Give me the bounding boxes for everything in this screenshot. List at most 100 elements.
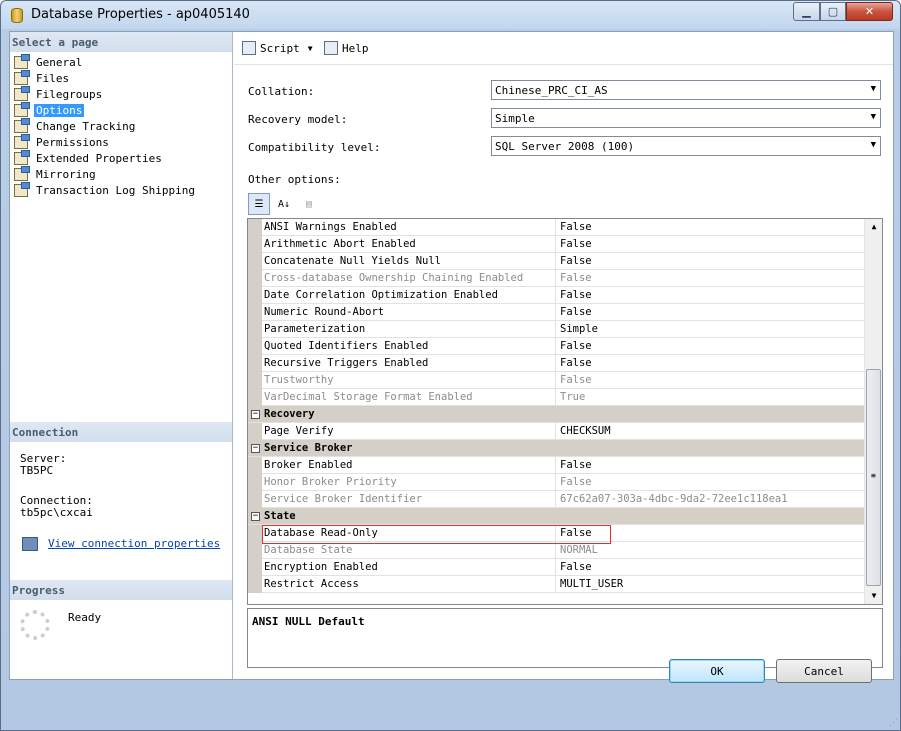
property-value[interactable]: False xyxy=(558,457,864,474)
page-selector-pane: Select a page General Files Filegroups Opti… xyxy=(10,32,233,679)
property-name: Broker Enabled xyxy=(262,457,556,474)
property-name: Database State xyxy=(262,542,556,559)
script-dropdown-icon[interactable]: ▼ xyxy=(308,44,313,53)
property-name: Concatenate Null Yields Null xyxy=(262,253,556,270)
property-row[interactable]: Cross-database Ownership Chaining Enable… xyxy=(248,270,864,287)
page-item-mirroring[interactable]: Mirroring xyxy=(14,165,98,182)
script-button[interactable]: Script ▼ xyxy=(242,41,313,55)
property-row[interactable]: Numeric Round-Abort False xyxy=(248,304,864,321)
close-button[interactable]: ✕ xyxy=(846,2,893,21)
property-row[interactable]: Trustworthy False xyxy=(248,372,864,389)
property-value[interactable]: 67c62a07-303a-4dbc-9da2-72ee1c118ea1 xyxy=(558,491,864,508)
row-margin xyxy=(248,576,262,593)
property-pages-icon: ▤ xyxy=(305,198,313,210)
page-icon xyxy=(14,165,30,181)
property-value[interactable]: CHECKSUM xyxy=(558,423,864,440)
property-row[interactable]: Quoted Identifiers Enabled False xyxy=(248,338,864,355)
property-row[interactable]: Concatenate Null Yields Null False xyxy=(248,253,864,270)
maximize-icon: ▢ xyxy=(827,5,839,18)
property-grid[interactable]: ANSI Warnings Enabled False Arithmetic Abo… xyxy=(247,218,883,605)
scroll-down-icon[interactable]: ▼ xyxy=(865,588,882,604)
property-row[interactable]: Page Verify CHECKSUM xyxy=(248,423,864,440)
row-margin xyxy=(248,219,262,236)
row-margin xyxy=(248,270,262,287)
property-value[interactable]: True xyxy=(558,389,864,406)
row-margin xyxy=(248,304,262,321)
minimize-button[interactable]: ▁ xyxy=(793,2,820,21)
property-value[interactable]: False xyxy=(558,355,864,372)
compatibility-level-value: SQL Server 2008 (100) xyxy=(495,140,635,153)
page-item-filegroups[interactable]: Filegroups xyxy=(14,85,104,102)
property-row[interactable]: Date Correlation Optimization Enabled Fal… xyxy=(248,287,864,304)
page-item-transaction-log-shipping[interactable]: Transaction Log Shipping xyxy=(14,181,197,198)
row-margin xyxy=(248,321,262,338)
view-connection-properties-link[interactable]: View connection properties xyxy=(48,537,220,550)
help-button[interactable]: Help xyxy=(324,41,369,55)
property-value[interactable]: False xyxy=(558,338,864,355)
property-value[interactable]: False xyxy=(558,287,864,304)
help-label: Help xyxy=(342,41,369,55)
property-value[interactable]: NORMAL xyxy=(558,542,864,559)
category-row[interactable]: − State xyxy=(248,508,864,525)
category-row[interactable]: − Service Broker xyxy=(248,440,864,457)
category-label: Recovery xyxy=(264,408,315,420)
compatibility-level-combobox[interactable]: SQL Server 2008 (100) ▼ xyxy=(491,136,881,156)
collapse-icon[interactable]: − xyxy=(251,410,260,419)
row-margin xyxy=(248,287,262,304)
property-value[interactable]: False xyxy=(558,304,864,321)
scrollbar-thumb[interactable]: ≡ xyxy=(866,369,881,586)
page-item-label: Transaction Log Shipping xyxy=(36,183,195,197)
maximize-button[interactable]: ▢ xyxy=(820,2,846,21)
title-bar[interactable]: Database Properties - ap0405140 ▁ ▢ ✕ xyxy=(1,1,900,29)
page-item-extended-properties[interactable]: Extended Properties xyxy=(14,149,164,166)
property-row[interactable]: Arithmetic Abort Enabled False xyxy=(248,236,864,253)
property-value[interactable]: False xyxy=(558,236,864,253)
resize-grip-icon[interactable]: ⋰ xyxy=(889,718,898,728)
page-item-change-tracking[interactable]: Change Tracking xyxy=(14,117,137,134)
collapse-icon[interactable]: − xyxy=(251,512,260,521)
property-row[interactable]: Restrict Access MULTI_USER xyxy=(248,576,864,593)
property-row[interactable]: VarDecimal Storage Format Enabled True xyxy=(248,389,864,406)
property-row[interactable]: Database State NORMAL xyxy=(248,542,864,559)
ok-button[interactable]: OK xyxy=(669,659,765,683)
scroll-up-icon[interactable]: ▲ xyxy=(865,219,882,235)
property-name: Honor Broker Priority xyxy=(262,474,556,491)
category-row[interactable]: − Recovery xyxy=(248,406,864,423)
property-row[interactable]: Service Broker Identifier 67c62a07-303a-4… xyxy=(248,491,864,508)
property-value[interactable]: False xyxy=(558,474,864,491)
page-icon xyxy=(14,69,30,85)
vertical-scrollbar[interactable]: ▲ ≡ ▼ xyxy=(864,219,882,604)
property-row[interactable]: Honor Broker Priority False xyxy=(248,474,864,491)
connection-header: Connection xyxy=(10,422,232,442)
row-margin xyxy=(248,372,262,389)
collapse-icon[interactable]: − xyxy=(251,444,260,453)
property-row[interactable]: Broker Enabled False xyxy=(248,457,864,474)
property-value[interactable]: Simple xyxy=(558,321,864,338)
categorized-button[interactable]: ☰ xyxy=(248,193,270,215)
property-value[interactable]: False xyxy=(558,372,864,389)
cancel-button[interactable]: Cancel xyxy=(776,659,872,683)
row-margin xyxy=(248,389,262,406)
page-item-label: Mirroring xyxy=(36,167,96,181)
alphabetical-button[interactable]: A↓ xyxy=(273,193,295,215)
property-row[interactable]: Encryption Enabled False xyxy=(248,559,864,576)
recovery-model-combobox[interactable]: Simple ▼ xyxy=(491,108,881,128)
property-value[interactable]: False xyxy=(558,253,864,270)
property-name: VarDecimal Storage Format Enabled xyxy=(262,389,556,406)
property-value[interactable]: False xyxy=(558,559,864,576)
property-row[interactable]: Parameterization Simple xyxy=(248,321,864,338)
property-row[interactable]: Recursive Triggers Enabled False xyxy=(248,355,864,372)
page-item-permissions[interactable]: Permissions xyxy=(14,133,111,150)
page-icon xyxy=(14,85,30,101)
property-value[interactable]: False xyxy=(558,270,864,287)
page-item-files[interactable]: Files xyxy=(14,69,71,86)
property-value[interactable]: False xyxy=(558,219,864,236)
collation-combobox[interactable]: Chinese_PRC_CI_AS ▼ xyxy=(491,80,881,100)
row-margin xyxy=(248,525,262,542)
property-row[interactable]: ANSI Warnings Enabled False xyxy=(248,219,864,236)
page-item-general[interactable]: General xyxy=(14,53,84,70)
page-item-options[interactable]: Options xyxy=(14,101,85,118)
dialog-client: Select a page General Files Filegroups Opti… xyxy=(9,31,894,680)
property-pages-button[interactable]: ▤ xyxy=(298,193,320,215)
property-value[interactable]: MULTI_USER xyxy=(558,576,864,593)
